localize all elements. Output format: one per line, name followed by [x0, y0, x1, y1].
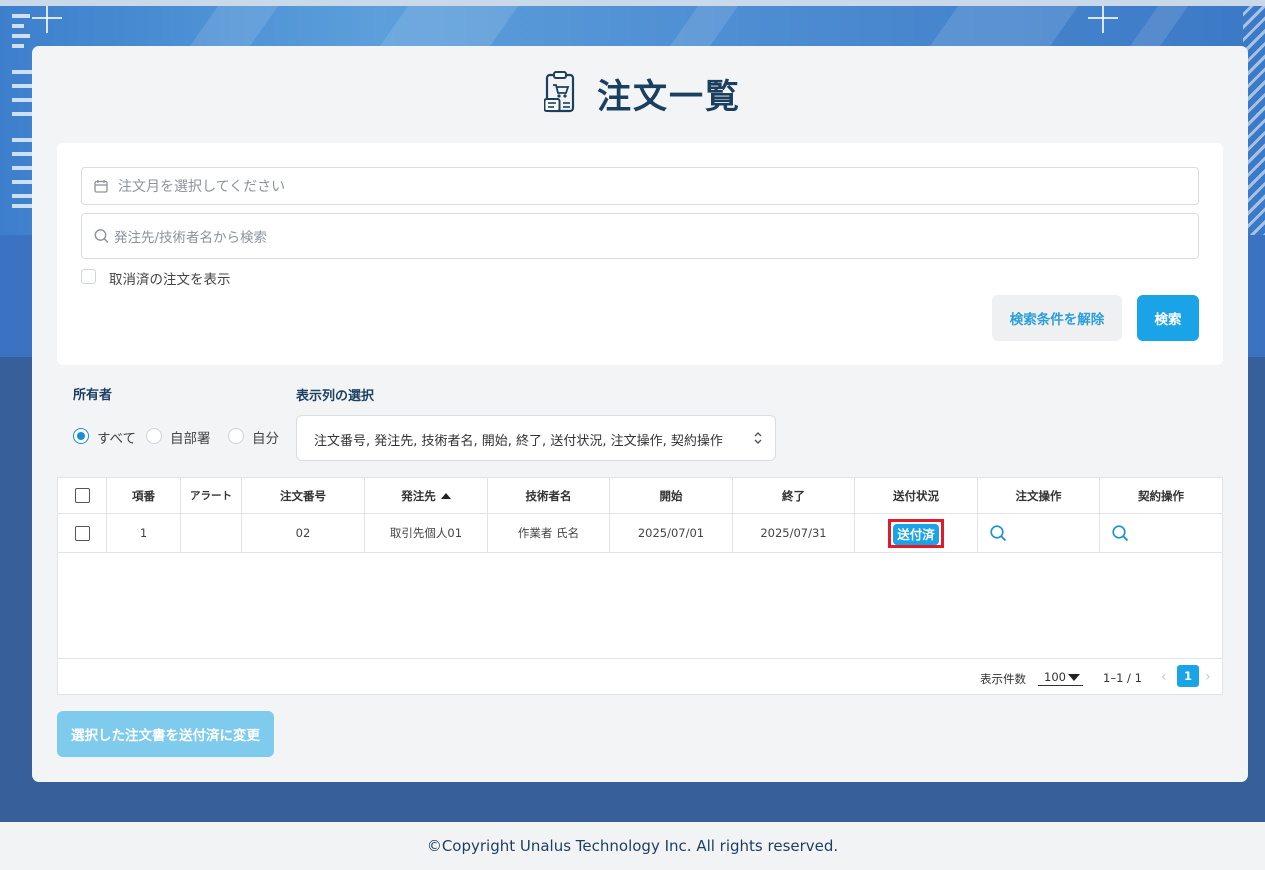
page-title: 注文一覧: [597, 77, 741, 117]
header-engineer[interactable]: 技術者名: [488, 478, 610, 513]
header-status[interactable]: 送付状況: [855, 478, 978, 513]
columns-select-value: 注文番号, 発注先, 技術者名, 開始, 終了, 送付状況, 注文操作, 契約操…: [314, 434, 723, 449]
status-highlight: 送付済: [888, 518, 944, 548]
columns-select[interactable]: 注文番号, 発注先, 技術者名, 開始, 終了, 送付状況, 注文操作, 契約操…: [296, 415, 776, 461]
per-page-select[interactable]: 100: [1038, 669, 1083, 686]
header-start[interactable]: 開始: [610, 478, 733, 513]
show-cancelled-checkbox[interactable]: [81, 269, 96, 284]
row-end: 2025/07/31: [733, 514, 855, 552]
page-button-current[interactable]: 1: [1177, 665, 1199, 687]
search-panel: 注文月を選択してください 発注先/技術者名から検索 取消済の注文を表示 検索条件…: [57, 143, 1223, 365]
title-row: 注文一覧: [32, 66, 1248, 120]
row-select-checkbox[interactable]: [74, 525, 90, 541]
header-select-all: [58, 478, 107, 513]
header-order-actions[interactable]: 注文操作: [978, 478, 1100, 513]
header-alert[interactable]: アラート: [181, 478, 242, 513]
show-cancelled-label[interactable]: 取消済の注文を表示: [109, 268, 231, 288]
clear-conditions-button[interactable]: 検索条件を解除: [992, 295, 1122, 341]
chevron-up-down-icon: [754, 432, 762, 444]
owner-label: 所有者: [73, 388, 113, 403]
view-order-search-icon[interactable]: [990, 524, 1007, 542]
page-range: 1–1 / 1: [1103, 671, 1142, 685]
status-badge[interactable]: 送付済: [893, 523, 939, 545]
copyright-text: ©Copyright Unalus Technology Inc. All ri…: [426, 837, 839, 855]
row-supplier: 取引先個人01: [365, 514, 488, 552]
header-index[interactable]: 項番: [107, 478, 181, 513]
row-alert: [181, 514, 242, 552]
keyword-search-placeholder: 発注先/技術者名から検索: [114, 230, 268, 246]
order-month-picker[interactable]: 注文月を選択してください: [81, 167, 1199, 205]
columns-select-label: 表示列の選択: [296, 389, 375, 404]
row-order-actions: [978, 514, 1100, 552]
row-contract-actions: [1100, 514, 1222, 552]
row-status: 送付済: [855, 514, 978, 552]
search-icon: [94, 229, 109, 244]
row-order-no: 02: [242, 514, 365, 552]
sort-asc-icon: [440, 492, 451, 499]
pagination: 表示件数 100 1–1 / 1 ‹ 1 ›: [58, 658, 1222, 694]
footer: ©Copyright Unalus Technology Inc. All ri…: [0, 822, 1265, 870]
next-page-icon[interactable]: ›: [1205, 669, 1211, 685]
per-page-label: 表示件数: [980, 672, 1026, 686]
orders-table: 項番 アラート 注文番号 発注先 技術者名 開始 終了 送付状況 注文操作 契約…: [57, 477, 1223, 695]
keyword-search-input[interactable]: 発注先/技術者名から検索: [81, 213, 1199, 259]
caret-down-icon: [1068, 674, 1080, 681]
select-all-checkbox[interactable]: [74, 488, 90, 503]
header-contract-actions[interactable]: 契約操作: [1100, 478, 1222, 513]
row-index: 1: [107, 514, 181, 552]
calendar-icon: [94, 180, 108, 193]
prev-page-icon[interactable]: ‹: [1161, 669, 1167, 685]
header-end[interactable]: 終了: [733, 478, 855, 513]
header-supplier[interactable]: 発注先: [365, 478, 488, 513]
view-contract-search-icon[interactable]: [1112, 524, 1129, 542]
order-month-placeholder: 注文月を選択してください: [118, 179, 286, 195]
clipboard-order-icon: [544, 71, 575, 113]
mark-sent-bulk-button[interactable]: 選択した注文書を送付済に変更: [57, 711, 274, 757]
order-list-card: 注文一覧 注文月を選択してください 発注先/技術者名から検索 取消済の注文を表示…: [32, 46, 1248, 782]
table-row: 1 02 取引先個人01 作業者 氏名 2025/07/01 2025/07/3…: [58, 514, 1222, 553]
row-engineer: 作業者 氏名: [488, 514, 610, 552]
row-start: 2025/07/01: [610, 514, 733, 552]
header-order-no[interactable]: 注文番号: [242, 478, 365, 513]
table-header: 項番 アラート 注文番号 発注先 技術者名 開始 終了 送付状況 注文操作 契約…: [58, 478, 1222, 514]
search-button[interactable]: 検索: [1137, 295, 1199, 341]
